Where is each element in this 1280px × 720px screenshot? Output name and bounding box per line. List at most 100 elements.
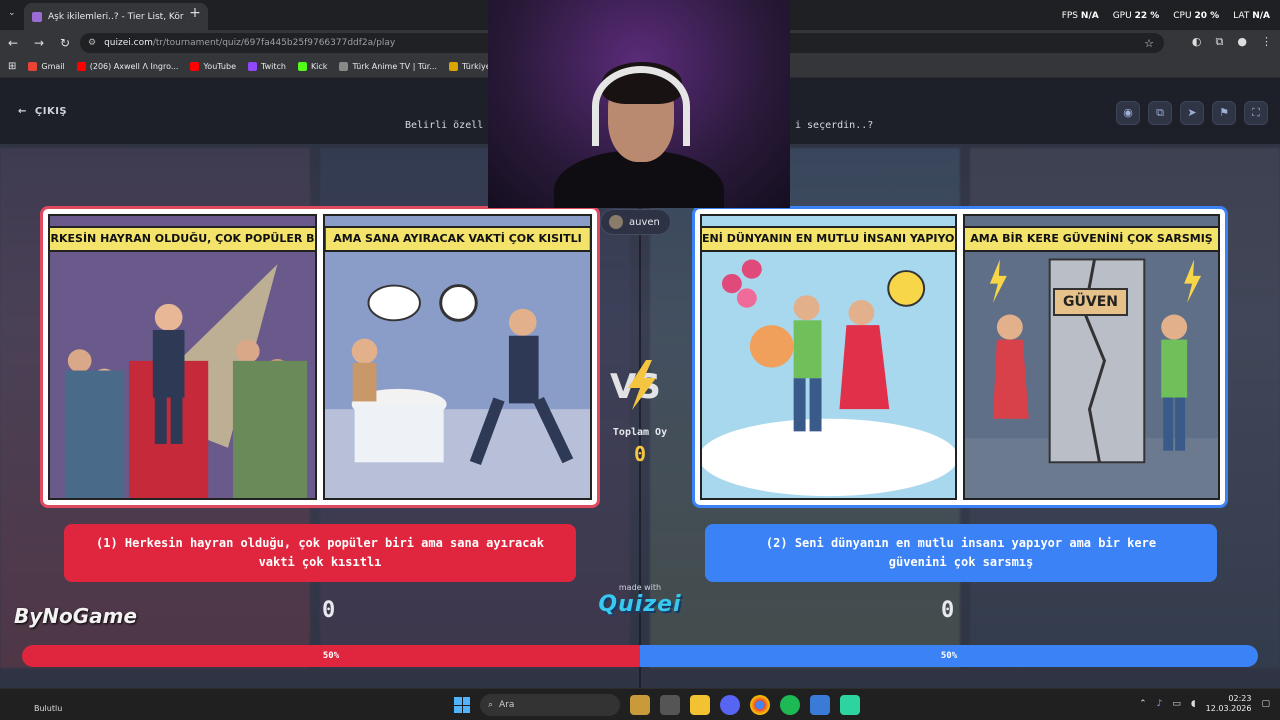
file-explorer-icon[interactable] xyxy=(690,695,710,715)
webcam-overlay xyxy=(488,0,790,208)
happy-couple-illustration xyxy=(702,216,955,498)
bookmark-star-icon[interactable]: ☆ xyxy=(1144,37,1154,50)
vote-ratio-bar: 50% 50% xyxy=(22,645,1258,667)
send-icon[interactable]: ➤ xyxy=(1180,101,1204,125)
globe-icon xyxy=(339,62,349,71)
back-icon[interactable]: ← xyxy=(0,36,26,50)
puzzle-icon[interactable]: ⧉ xyxy=(1216,35,1224,49)
browser-tab[interactable]: Aşk ikilemleri..? - Tier List, Kör S ✕ xyxy=(24,3,208,30)
bynogame-logo: ByNoGame xyxy=(14,604,138,628)
app-icon[interactable] xyxy=(810,695,830,715)
youtube-icon xyxy=(190,62,200,71)
toolbar-extensions: ◐ ⧉ ● ⋮ xyxy=(1192,35,1272,49)
option-label-right[interactable]: (2) Seni dünyanın en mutlu insanı yapıyo… xyxy=(705,524,1217,582)
popular-person-illustration xyxy=(50,216,315,498)
exit-label: ÇIKIŞ xyxy=(34,106,68,117)
vote-ratio-left: 50% xyxy=(22,645,640,667)
search-placeholder: Ara xyxy=(499,700,515,710)
url-host: quizei.com xyxy=(104,38,153,48)
quiz-tools: ◉ ⧉ ➤ ⚑ ⛶ xyxy=(1116,101,1268,125)
arrow-left-icon: ← xyxy=(18,106,27,117)
user-name: auven xyxy=(629,216,660,228)
task-view-icon[interactable] xyxy=(660,695,680,715)
user-badge: auven xyxy=(600,209,671,235)
twitch-icon xyxy=(248,62,257,71)
volume-icon[interactable]: ◖ xyxy=(1191,699,1196,709)
clock[interactable]: 02:23 12.03.2026 xyxy=(1206,694,1252,715)
headphones xyxy=(592,66,690,146)
comic-panel-trust: AMA BİR KERE GÜVENİNİ ÇOK SARSMIŞ GÜVEN xyxy=(963,214,1220,500)
performance-hud: FPS N/A GPU 22 % CPU 20 % LAT N/A xyxy=(1062,11,1270,21)
screen: ⌄ Aşk ikilemleri..? - Tier List, Kör S ✕… xyxy=(0,0,1280,720)
option-card-left[interactable]: HERKESİN HAYRAN OLDUĞU, ÇOK POPÜLER BİRİ xyxy=(40,206,600,508)
trust-sign: GÜVEN xyxy=(1053,288,1128,316)
hud-cpu: 20 % xyxy=(1194,11,1220,21)
bookmark-gmail[interactable]: Gmail xyxy=(28,62,65,71)
taskbar-search[interactable]: ⌕ Ara xyxy=(480,694,620,716)
forward-icon[interactable]: → xyxy=(26,36,52,50)
taskbar-apps: ⌕ Ara xyxy=(454,694,860,716)
widget-icon[interactable] xyxy=(630,695,650,715)
url-path: /tr/tournament/quiz/697fa445b25f9766377d… xyxy=(152,38,396,48)
hud-gpu-label: GPU xyxy=(1112,11,1132,21)
weather-label[interactable]: Bulutlu xyxy=(34,704,62,713)
hud-lat-label: LAT xyxy=(1233,11,1250,21)
microphone-icon[interactable]: ♪ xyxy=(1157,699,1163,709)
apps-icon[interactable]: ⊞ xyxy=(8,61,16,72)
tab-title: Aşk ikilemleri..? - Tier List, Kör S xyxy=(48,11,188,22)
broken-trust-illustration xyxy=(965,216,1218,498)
tab-favicon-icon xyxy=(32,11,42,22)
quizei-logo[interactable]: Quizei xyxy=(592,592,688,617)
network-icon[interactable]: ▭ xyxy=(1172,699,1181,709)
kick-icon xyxy=(297,62,307,71)
comic-caption: HERKESİN HAYRAN OLDUĞU, ÇOK POPÜLER BİRİ xyxy=(50,226,315,252)
app-icon[interactable] xyxy=(840,695,860,715)
vote-count-right: 0 xyxy=(941,598,955,623)
site-info-icon[interactable]: ⚙ xyxy=(88,38,96,48)
eye-icon[interactable]: ◉ xyxy=(1116,101,1140,125)
share-icon[interactable]: ⧉ xyxy=(1148,101,1172,125)
question-text-left: Belirli özell xyxy=(405,120,484,131)
bookmark-youtube[interactable]: YouTube xyxy=(190,62,236,71)
chrome-icon[interactable] xyxy=(750,695,770,715)
hud-fps-label: FPS xyxy=(1061,11,1079,21)
total-votes-value: 0 xyxy=(633,442,647,466)
notification-icon[interactable]: ▢ xyxy=(1261,699,1270,709)
bookmark-twitch[interactable]: Twitch xyxy=(248,62,286,71)
menu-icon[interactable]: ⋮ xyxy=(1261,35,1272,49)
option-card-right[interactable]: SENİ DÜNYANIN EN MUTLU İNSANI YAPIYOR AM… xyxy=(692,206,1228,508)
total-votes-label: Toplam Oy xyxy=(612,427,668,438)
avatar xyxy=(609,215,623,229)
comic-panel-busy: AMA SANA AYIRACAK VAKTİ ÇOK KISITLI xyxy=(323,214,592,500)
hud-fps: N/A xyxy=(1080,11,1099,21)
bookmark-axwell[interactable]: (206) Axwell Λ Ingro... xyxy=(76,62,178,71)
reload-icon[interactable]: ↻ xyxy=(52,36,78,50)
search-icon: ⌕ xyxy=(488,700,494,710)
comic-panel-popular: HERKESİN HAYRAN OLDUĞU, ÇOK POPÜLER BİRİ xyxy=(48,214,317,500)
tab-list-icon[interactable]: ⌄ xyxy=(8,8,16,18)
windows-taskbar: Bulutlu ⌕ Ara ⌃ ♪ ▭ ◖ 02:23 12.03.2026 ▢ xyxy=(0,688,1280,720)
hud-cpu-label: CPU xyxy=(1173,11,1192,21)
fullscreen-icon[interactable]: ⛶ xyxy=(1244,101,1268,125)
hud-gpu: 22 % xyxy=(1134,11,1160,21)
versus-icon: VS xyxy=(610,360,661,410)
spotify-icon[interactable] xyxy=(780,695,800,715)
system-tray: ⌃ ♪ ▭ ◖ 02:23 12.03.2026 ▢ xyxy=(1139,694,1270,715)
extension-icon[interactable]: ◐ xyxy=(1192,35,1202,49)
exit-button[interactable]: ← ÇIKIŞ xyxy=(18,106,67,117)
made-with-label: made with xyxy=(618,583,662,592)
windows-start-icon[interactable] xyxy=(454,697,470,713)
clock-time: 02:23 xyxy=(1228,694,1252,703)
discord-icon[interactable] xyxy=(720,695,740,715)
bookmark-turk-anime[interactable]: Türk Anime TV | Tür... xyxy=(339,62,437,71)
comic-panel-happy: SENİ DÜNYANIN EN MUTLU İNSANI YAPIYOR xyxy=(700,214,957,500)
clock-date: 12.03.2026 xyxy=(1205,704,1252,714)
new-tab-button[interactable]: + xyxy=(186,5,204,23)
bookmark-kick[interactable]: Kick xyxy=(297,62,327,71)
option-label-left[interactable]: (1) Herkesin hayran olduğu, çok popüler … xyxy=(64,524,576,582)
gmail-icon xyxy=(28,62,38,71)
busy-person-illustration xyxy=(325,216,590,498)
profile-icon[interactable]: ● xyxy=(1237,35,1247,49)
chevron-up-icon[interactable]: ⌃ xyxy=(1139,699,1147,709)
flag-icon[interactable]: ⚑ xyxy=(1212,101,1236,125)
